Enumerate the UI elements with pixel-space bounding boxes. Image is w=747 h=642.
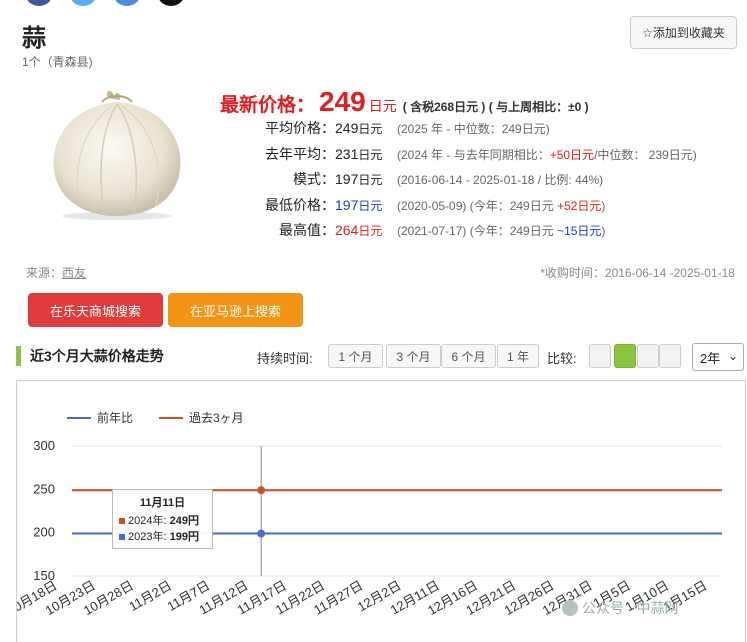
source-link[interactable]: 西友: [62, 266, 86, 280]
product-subtitle: 1个（青森县): [22, 55, 93, 69]
stat-value: 264日元: [335, 222, 383, 238]
stat-row-average: 平均价格： 249日元 (2025 年 - 中位数：249日元): [238, 118, 697, 144]
twitter-icon[interactable]: [70, 0, 96, 6]
stat-row-mode: 模式： 197日元 (2016-06-14 - 2025-01-18 / 比例:…: [238, 169, 697, 195]
duration-label: 持续时间:: [257, 351, 313, 366]
price-stats: 平均价格： 249日元 (2025 年 - 中位数：249日元) 去年平均： 2…: [238, 118, 697, 246]
stat-label: 去年平均：: [265, 145, 335, 162]
year-select-value: 2年: [700, 350, 721, 366]
legend-label: 前年比: [97, 410, 133, 425]
latest-price: 最新价格： 249 日元 ( 含税268日元 ) ( 与上周相比：±0 ): [220, 86, 589, 118]
watermark-text: 公众号 · 中蒜网: [582, 600, 679, 616]
tooltip-row: 2023年: 199円: [119, 528, 206, 544]
stat-detail: (2025 年 - 中位数：249日元): [397, 122, 550, 136]
stat-row-lowest: 最低价格： 197日元 (2020-05-09) (今年：249日元 +52日元…: [238, 195, 697, 221]
stat-label: 最高值：: [279, 222, 335, 238]
range-1-year-button[interactable]: 1 年: [497, 344, 539, 368]
range-1-month-button[interactable]: 1 个月: [328, 344, 383, 368]
legend-label: 過去3ヶ月: [189, 411, 244, 425]
stat-value: 249日元: [335, 120, 383, 136]
latest-price-label: 最新价格：: [220, 95, 316, 116]
add-to-favorites-button[interactable]: ☆添加到收藏夹: [630, 16, 737, 49]
chart-tooltip: 11月11日 2024年: 249円 2023年: 199円: [112, 489, 213, 549]
wechat-icon: [562, 600, 578, 616]
x-tick-label: 11月2日: [126, 578, 174, 614]
stat-label: 模式：: [293, 171, 335, 187]
watermark: 公众号 · 中蒜网: [562, 598, 678, 618]
stat-label: 最低价格：: [265, 196, 335, 213]
latest-price-value: 249: [319, 86, 366, 117]
stat-row-highest: 最高值： 264日元 (2021-07-17) (今年：249日元 ~15日元): [238, 220, 697, 246]
compare-option-2[interactable]: [614, 344, 636, 368]
collection-period: *收购时间：2016-06-14 -2025-01-18: [540, 266, 735, 280]
stat-label: 平均价格：: [265, 120, 335, 136]
garlic-image: [53, 90, 181, 220]
compare-option-4[interactable]: [659, 344, 681, 368]
stat-value: 197日元: [335, 196, 383, 213]
latest-price-note: ( 含税268日元 ) ( 与上周相比：±0 ): [402, 100, 589, 114]
range-6-month-button[interactable]: 6 个月: [441, 344, 496, 368]
latest-price-unit: 日元: [368, 98, 397, 114]
stat-detail: (2016-06-14 - 2025-01-18 / 比例: 44%): [397, 173, 604, 187]
chevron-down-icon: ⌄: [727, 349, 738, 363]
stat-value: 231日元: [335, 145, 383, 162]
tooltip-date: 11月11日: [139, 497, 186, 509]
highlight-point: [257, 529, 266, 538]
y-tick-label: 200: [33, 525, 55, 540]
year-select[interactable]: 2年 ⌄: [692, 343, 744, 371]
source-info: 来源：西友: [26, 264, 86, 281]
compare-option-3[interactable]: [637, 344, 659, 368]
stat-detail: (2020-05-09) (今年：249日元 +52日元): [397, 198, 606, 213]
tooltip-row: 2024年: 249円: [119, 512, 206, 528]
facebook-icon[interactable]: [26, 0, 52, 6]
stat-detail: (2024 年 - 与去年同期相比：+50日元/中位数： 239日元): [397, 147, 697, 162]
highlight-point: [257, 486, 266, 495]
compare-option-1[interactable]: [589, 344, 611, 368]
section-title: 近3个月大蒜价格走势: [16, 346, 164, 366]
range-3-month-button[interactable]: 3 个月: [386, 344, 441, 368]
stat-value: 197日元: [335, 171, 383, 187]
social-share-icons: [26, 0, 184, 6]
share-icon[interactable]: [114, 0, 140, 6]
product-title: 蒜: [22, 25, 46, 52]
stat-row-last-year: 去年平均： 231日元 (2024 年 - 与去年同期相比：+50日元/中位数：…: [238, 144, 697, 170]
rakuten-search-button[interactable]: 在乐天商城搜索: [28, 293, 163, 327]
y-tick-label: 300: [33, 438, 55, 453]
y-tick-label: 250: [33, 481, 55, 496]
amazon-search-button[interactable]: 在亚马逊上搜索: [168, 293, 303, 327]
x-icon[interactable]: [158, 0, 184, 6]
stat-detail: (2021-07-17) (今年：249日元 ~15日元): [397, 224, 606, 238]
compare-label: 比较:: [547, 351, 577, 366]
source-label: 来源：: [26, 266, 63, 280]
